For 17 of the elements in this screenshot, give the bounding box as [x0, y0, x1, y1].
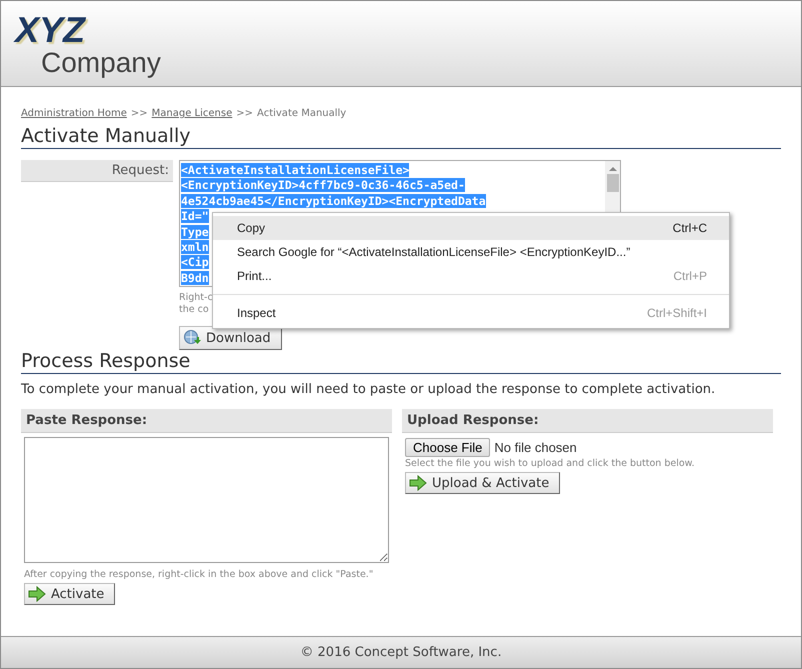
hint-text: After copying the response, right-click in the box above and click "Paste." — [24, 569, 374, 581]
panel-heading: Upload Response: — [402, 409, 773, 433]
panel-heading: Paste Response: — [21, 409, 392, 433]
section-title: Activate Manually — [21, 125, 781, 149]
logo-subtitle: Company — [41, 47, 161, 79]
breadcrumb-text: >> — [130, 108, 148, 119]
copyright-text: © 2016 Concept Software, Inc. — [300, 645, 502, 660]
breadcrumb-text: >> — [236, 108, 254, 119]
hint-text: Right-c — [179, 292, 213, 304]
description-text: To complete your manual activation, you will need to paste or upload the response to complete activation. — [21, 382, 716, 397]
section-title: Process Response — [21, 350, 781, 374]
logo-text: XYZ — [15, 8, 86, 47]
hint-text: Select the file you wish to upload and click the button below. — [405, 458, 695, 470]
file-status: No file chosen — [494, 440, 577, 455]
breadcrumb-text: Activate Manually — [257, 108, 346, 119]
request-label: Request: — [21, 160, 173, 182]
hint-text: the co — [179, 304, 209, 316]
